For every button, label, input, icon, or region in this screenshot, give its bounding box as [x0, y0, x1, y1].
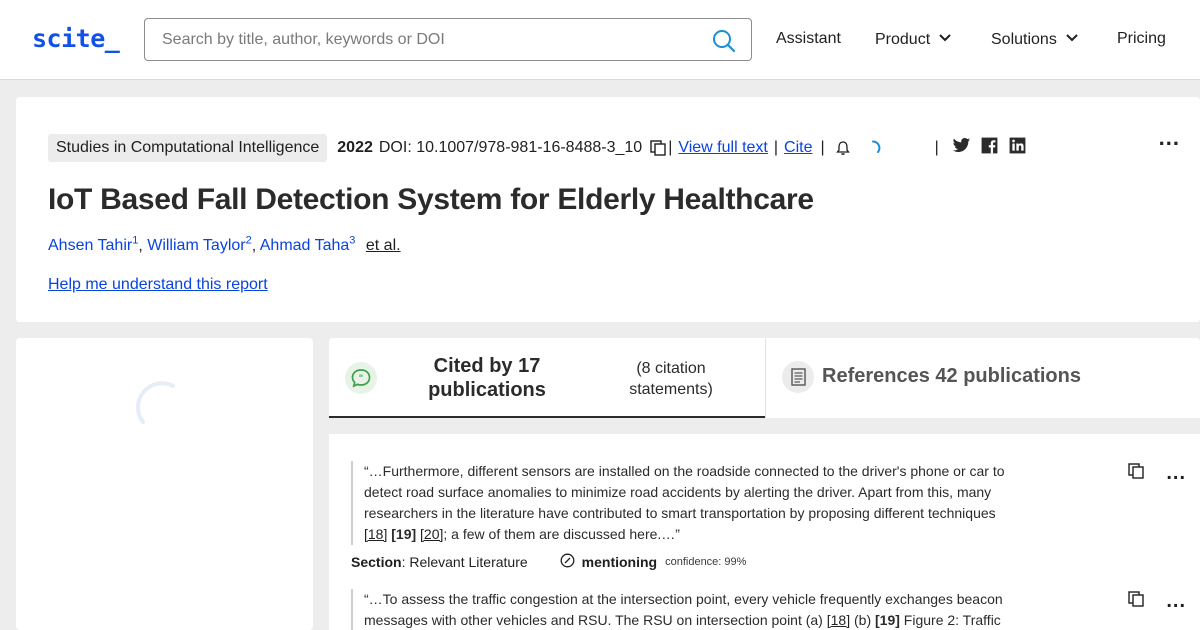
paper-card: Studies in Computational Intelligence 20… [16, 97, 1200, 322]
scite-logo[interactable]: scite_ [32, 24, 120, 53]
copy-icon[interactable] [650, 140, 666, 156]
reference-link[interactable]: [20] [420, 526, 443, 542]
references-label: References 42 publications [822, 365, 1081, 387]
nav-pricing[interactable]: Pricing [1117, 30, 1166, 48]
facebook-icon[interactable] [980, 136, 999, 160]
more-options-button[interactable]: ... [1159, 125, 1180, 151]
nav-assistant[interactable]: Assistant [776, 30, 841, 48]
left-sidebar-panel [16, 338, 313, 630]
separator: | [934, 139, 939, 156]
search-input[interactable] [162, 29, 682, 51]
section-value: : Relevant Literature [401, 554, 528, 570]
nav-pricing-label: Pricing [1117, 30, 1166, 47]
section-key: Section [351, 554, 402, 570]
search-box [144, 18, 752, 61]
confidence-score: confidence: 99% [665, 556, 747, 568]
nav-product[interactable]: Product [875, 30, 952, 49]
citation-quote: “…To assess the traffic congestion at th… [351, 589, 1021, 630]
reference-link[interactable]: [18] [827, 612, 850, 628]
loading-spinner-icon [133, 380, 189, 436]
nav-product-label: Product [875, 30, 931, 48]
quote-text: Figure 2: Traffic [899, 612, 1001, 628]
help-understand-link[interactable]: Help me understand this report [48, 276, 268, 294]
reference-link[interactable]: [18] [364, 526, 387, 542]
citation-more-button[interactable]: ... [1166, 590, 1186, 613]
document-icon [782, 361, 814, 393]
separator: | [668, 139, 673, 156]
chevron-down-icon [1065, 30, 1079, 49]
cited-by-label: Cited by 17 publications [428, 355, 546, 401]
top-header: scite_ Assistant Product Solutions Prici… [0, 0, 1200, 80]
chevron-down-icon [938, 30, 952, 49]
paper-meta-row: Studies in Computational Intelligence 20… [48, 133, 1027, 163]
citation-statements-count: (8 citation statements) [629, 360, 713, 398]
social-share-group: | [935, 136, 1027, 160]
citation-more-button[interactable]: ... [1166, 462, 1186, 485]
paper-title: IoT Based Fall Detection System for Elde… [48, 183, 814, 216]
nav-solutions[interactable]: Solutions [991, 30, 1079, 49]
journal-tag[interactable]: Studies in Computational Intelligence [48, 134, 328, 162]
author-affiliation-number: 3 [349, 235, 356, 247]
twitter-icon[interactable] [952, 136, 971, 160]
quote-text: ; a few of them are discussed here.…” [443, 526, 680, 542]
tab-references[interactable]: References 42 publications [765, 338, 1200, 418]
separator: | [773, 139, 779, 156]
citation-type-badge: mentioning [560, 553, 657, 571]
highlighted-reference[interactable]: [19] [875, 612, 900, 628]
citation-quote: “…Furthermore, different sensors are ins… [351, 461, 1021, 545]
citation-meta: Section : Relevant Literature mentioning… [351, 553, 1151, 571]
citation-tabs: " Cited by 17 publications (8 citation s… [329, 338, 1200, 418]
publication-year: 2022 [337, 139, 373, 156]
check-circle-icon [560, 553, 582, 571]
author-link[interactable]: Ahsen Tahir1 [48, 235, 138, 255]
citation-statement: “…To assess the traffic congestion at th… [351, 589, 1151, 630]
cite-link[interactable]: Cite [784, 139, 812, 157]
nav-assistant-label: Assistant [776, 30, 841, 47]
search-icon[interactable] [711, 28, 737, 54]
speech-bubble-icon: " [345, 362, 377, 394]
author-link[interactable]: Ahmad Taha3 [259, 235, 356, 255]
citation-actions: ... [1128, 590, 1186, 613]
svg-text:": " [359, 374, 364, 384]
nav-solutions-label: Solutions [991, 30, 1057, 48]
author-link[interactable]: William Taylor2 [147, 235, 252, 255]
linkedin-icon[interactable] [1008, 136, 1027, 160]
tab-cited-by[interactable]: " Cited by 17 publications (8 citation s… [329, 338, 765, 418]
highlighted-reference[interactable]: [19] [391, 526, 416, 542]
author-name: William Taylor [147, 237, 246, 255]
citation-actions: ... [1128, 462, 1186, 485]
spinner-icon [865, 140, 881, 156]
view-full-text-link[interactable]: View full text [678, 139, 768, 157]
doi-text: DOI: 10.1007/978-981-16-8488-3_10 [378, 139, 643, 156]
bell-icon[interactable] [835, 140, 851, 156]
author-name: Ahmad Taha [259, 237, 350, 255]
quote-text: (b) [850, 612, 875, 628]
citation-statement: “…Furthermore, different sensors are ins… [351, 461, 1151, 571]
quote-text: “…Furthermore, different sensors are ins… [364, 463, 1005, 521]
author-name: Ahsen Tahir [48, 237, 133, 255]
citation-statements-list: “…Furthermore, different sensors are ins… [329, 434, 1200, 630]
copy-icon[interactable] [1128, 591, 1145, 612]
citation-type-label: mentioning [581, 554, 658, 570]
et-al-link[interactable]: et al. [366, 237, 401, 254]
author-list: Ahsen Tahir1, William Taylor2, Ahmad Tah… [48, 235, 401, 255]
separator: | [820, 139, 825, 156]
copy-icon[interactable] [1128, 463, 1145, 484]
